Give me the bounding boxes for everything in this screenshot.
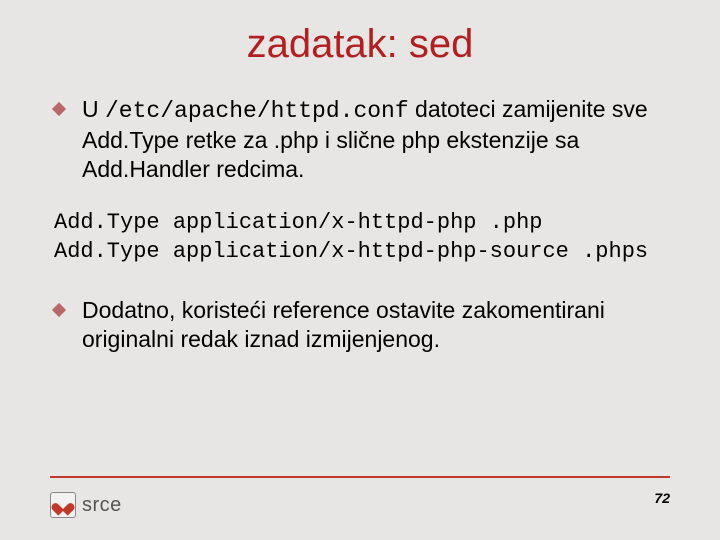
bullet-text-pre: U <box>82 96 105 122</box>
bullet-text-pre: Dodatno, koristeći reference ostavite za… <box>82 297 605 352</box>
code-line: Add.Type application/x-httpd-php .php <box>54 210 542 235</box>
code-block: Add.Type application/x-httpd-php .php Ad… <box>54 209 670 266</box>
footer-divider <box>50 476 670 478</box>
bullet-item: U /etc/apache/httpd.conf datoteci zamije… <box>50 95 670 183</box>
slide-title: zadatak: sed <box>50 22 670 67</box>
code-line: Add.Type application/x-httpd-php-source … <box>54 239 648 264</box>
bullet-text: Dodatno, koristeći reference ostavite za… <box>82 296 666 354</box>
brand-logo: srce <box>50 492 122 518</box>
bullet-code: /etc/apache/httpd.conf <box>105 98 409 124</box>
heart-icon <box>50 492 76 518</box>
page-number: 72 <box>654 490 670 506</box>
bullet-icon <box>52 303 66 317</box>
brand-name: srce <box>82 494 122 517</box>
slide: zadatak: sed U /etc/apache/httpd.conf da… <box>0 0 720 540</box>
bullet-text: U /etc/apache/httpd.conf datoteci zamije… <box>82 95 666 183</box>
bullet-icon <box>52 102 66 116</box>
bullet-item: Dodatno, koristeći reference ostavite za… <box>50 296 670 354</box>
